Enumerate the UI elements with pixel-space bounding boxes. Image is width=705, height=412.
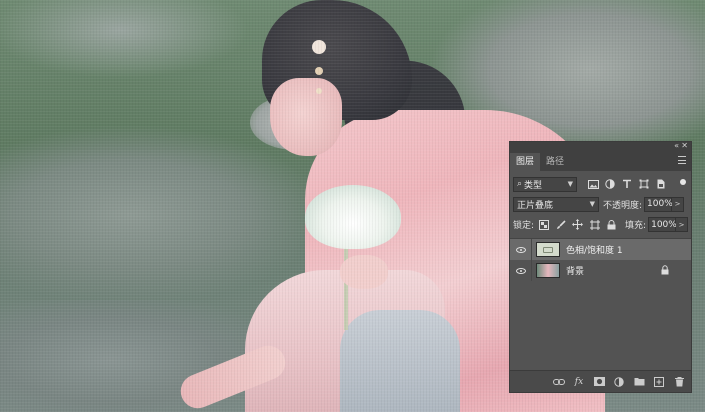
chevron-down-icon: ▼ <box>567 179 573 188</box>
chevron-down-icon: ▼ <box>589 199 595 208</box>
opacity-label: 不透明度: <box>603 200 643 211</box>
photo-thumbnail <box>536 263 560 278</box>
filter-kind-dropdown[interactable]: ⌕ 类型 ▼ <box>513 176 577 192</box>
link-layers-icon[interactable] <box>553 376 565 388</box>
group-folder-icon[interactable] <box>633 376 645 388</box>
opacity-dropdown-icon[interactable]: > <box>672 196 685 212</box>
adjustment-layer-glyph-icon <box>543 246 553 253</box>
collapse-panel-button[interactable]: « <box>674 141 679 151</box>
tab-paths[interactable]: 路径 <box>540 153 570 171</box>
blend-row: 正片叠底 ▼ 不透明度: 100% > <box>510 194 691 214</box>
layer-row-hue-saturation[interactable]: 色相/饱和度 1 <box>510 239 691 260</box>
panel-menu-icon[interactable] <box>678 156 686 164</box>
fx-icon[interactable]: fx <box>573 376 585 388</box>
shape-filter-icon[interactable] <box>638 178 650 190</box>
panel-tabs: 图层 路径 <box>510 151 691 171</box>
delete-layer-icon[interactable] <box>673 376 685 388</box>
smart-object-filter-icon[interactable] <box>655 178 667 190</box>
lock-all-icon[interactable] <box>606 219 617 230</box>
filter-kind-label: 类型 <box>524 180 543 191</box>
lock-icon <box>661 265 669 275</box>
opacity-input[interactable]: 100% <box>644 196 673 212</box>
lock-row: 锁定: 填充: 100% > <box>510 214 691 235</box>
fill-input[interactable]: 100% <box>648 217 677 232</box>
layer-name[interactable]: 色相/饱和度 1 <box>566 243 623 256</box>
type-filter-icon[interactable] <box>621 178 633 190</box>
lock-move-icon[interactable] <box>572 219 584 230</box>
filter-row: ⌕ 类型 ▼ <box>510 174 691 194</box>
blend-mode-dropdown[interactable]: 正片叠底 ▼ <box>513 196 599 212</box>
layers-panel: « ✕ 图层 路径 ⌕ 类型 ▼ 正片叠底 ▼ 不透明度: 100% > 锁定:… <box>509 141 692 393</box>
tab-layers[interactable]: 图层 <box>510 153 541 171</box>
eye-icon <box>515 267 526 274</box>
panel-footer: fx <box>510 370 691 392</box>
mask-icon[interactable] <box>593 376 605 388</box>
new-layer-icon[interactable] <box>653 376 665 388</box>
filter-icons <box>587 178 672 190</box>
visibility-toggle[interactable] <box>510 260 532 281</box>
layer-row-background[interactable]: 背景 <box>510 260 691 281</box>
filter-toggle[interactable] <box>680 179 686 185</box>
blend-mode-value: 正片叠底 <box>517 200 554 211</box>
layers-list: 色相/饱和度 1 背景 <box>510 238 691 281</box>
lock-icons <box>538 219 623 230</box>
layer-name[interactable]: 背景 <box>566 264 584 277</box>
search-icon: ⌕ <box>517 179 523 189</box>
close-panel-button[interactable]: ✕ <box>681 141 688 151</box>
lock-label: 锁定: <box>513 221 535 231</box>
adjustment-filter-icon[interactable] <box>604 178 616 190</box>
eye-icon <box>515 246 526 253</box>
adjustment-thumbnail <box>536 242 560 257</box>
fill-dropdown-icon[interactable]: > <box>676 217 688 232</box>
panel-topbar: « ✕ <box>510 141 691 151</box>
lock-brush-icon[interactable] <box>555 219 566 230</box>
lock-artboard-icon[interactable] <box>589 219 600 230</box>
visibility-toggle[interactable] <box>510 239 532 260</box>
image-filter-icon[interactable] <box>587 178 599 190</box>
fill-label: 填充: <box>625 221 647 231</box>
lock-transparent-icon[interactable] <box>538 219 549 230</box>
adjustment-layer-icon[interactable] <box>613 376 625 388</box>
